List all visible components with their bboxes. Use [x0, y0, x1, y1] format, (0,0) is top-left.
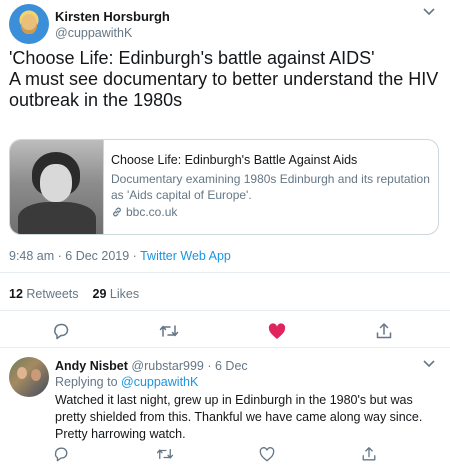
- reply-actions: [0, 443, 450, 467]
- heart-outline-icon: [259, 446, 275, 462]
- tweet-stats: 12 Retweets 29 Likes: [9, 287, 139, 301]
- author-handle[interactable]: @cuppawithK: [55, 26, 132, 40]
- retweet-icon: [159, 325, 179, 337]
- tweet-actions: [0, 320, 450, 344]
- author-name[interactable]: Kirsten Horsburgh: [55, 9, 170, 24]
- retweet-button[interactable]: [154, 443, 176, 465]
- retweets-count: 12: [9, 287, 23, 301]
- replying-to-handle[interactable]: @cuppawithK: [121, 375, 198, 389]
- retweets-stat[interactable]: 12 Retweets: [9, 287, 79, 301]
- chevron-down-icon[interactable]: [423, 8, 435, 16]
- reply-author-name[interactable]: Andy Nisbet: [55, 359, 128, 373]
- likes-label: Likes: [109, 287, 140, 301]
- card-title: Choose Life: Edinburgh's Battle Against …: [111, 153, 358, 167]
- tweet-timestamp[interactable]: 9:48 am · 6 Dec 2019 ·: [9, 249, 140, 263]
- likes-count: 29: [92, 287, 107, 301]
- main-tweet: Kirsten Horsburgh @cuppawithK 'Choose Li…: [0, 0, 450, 347]
- source-app-link[interactable]: Twitter Web App: [140, 249, 231, 263]
- reply-author-handle[interactable]: @rubstar999: [131, 359, 203, 373]
- card-domain: bbc.co.uk: [126, 205, 178, 219]
- like-button[interactable]: [256, 443, 278, 465]
- chevron-down-icon[interactable]: [423, 360, 435, 368]
- reply-date[interactable]: · 6 Dec: [207, 359, 247, 373]
- reply-button[interactable]: [50, 320, 72, 342]
- retweet-icon: [156, 448, 174, 460]
- card-thumbnail: [10, 140, 104, 234]
- retweet-button[interactable]: [158, 320, 180, 342]
- tweet-text-line2: A must see documentary to better underst…: [9, 69, 439, 110]
- reply-header: Andy Nisbet @rubstar999 · 6 Dec: [55, 359, 248, 373]
- link-icon: [111, 206, 123, 218]
- divider: [0, 310, 450, 311]
- share-button[interactable]: [373, 320, 395, 342]
- link-card[interactable]: Choose Life: Edinburgh's Battle Against …: [9, 139, 439, 235]
- reply-author-avatar[interactable]: [9, 357, 49, 397]
- heart-icon: [268, 322, 286, 339]
- divider: [0, 272, 450, 273]
- share-button[interactable]: [358, 443, 380, 465]
- replying-to: Replying to @cuppawithK: [55, 375, 198, 389]
- like-button[interactable]: [266, 320, 288, 342]
- replying-to-label: Replying to: [55, 375, 122, 389]
- share-icon: [362, 447, 376, 461]
- likes-stat[interactable]: 29 Likes: [93, 287, 140, 301]
- reply-button[interactable]: [50, 443, 72, 465]
- tweet-text: 'Choose Life: Edinburgh's battle against…: [9, 48, 441, 111]
- reply-icon: [54, 447, 68, 462]
- card-description: Documentary examining 1980s Edinburgh an…: [111, 172, 430, 202]
- share-icon: [376, 323, 392, 339]
- reply-icon: [54, 323, 69, 340]
- author-avatar[interactable]: [9, 4, 49, 44]
- card-domain-row: bbc.co.uk: [111, 205, 431, 219]
- card-body: Choose Life: Edinburgh's Battle Against …: [111, 152, 431, 219]
- tweet-meta: 9:48 am · 6 Dec 2019 · Twitter Web App: [9, 249, 231, 263]
- retweets-label: Retweets: [26, 287, 79, 301]
- reply-tweet[interactable]: Andy Nisbet @rubstar999 · 6 Dec Replying…: [0, 347, 450, 467]
- tweet-text-line1: 'Choose Life: Edinburgh's battle against…: [9, 48, 375, 68]
- reply-text: Watched it last night, grew up in Edinbu…: [55, 393, 423, 441]
